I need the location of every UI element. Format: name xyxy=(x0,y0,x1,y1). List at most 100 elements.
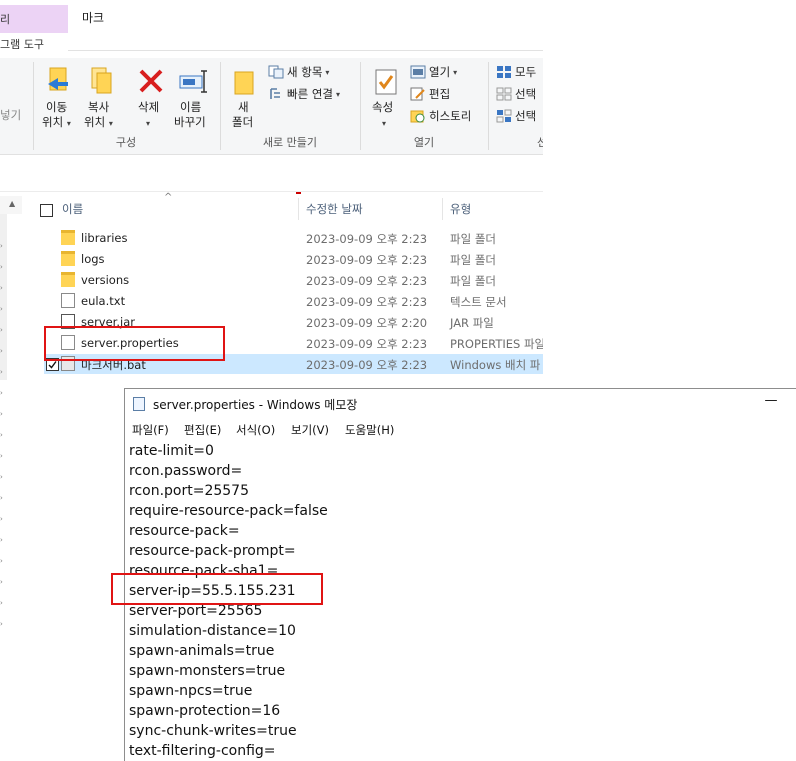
delete-button[interactable]: 삭제 ▾ xyxy=(134,58,168,130)
column-divider[interactable] xyxy=(442,198,443,220)
open-caret: ▾ xyxy=(453,67,458,77)
ribbon-separator xyxy=(33,62,34,150)
context-tab-header[interactable]: 리 xyxy=(0,5,68,33)
easy-access-caret: ▾ xyxy=(335,89,340,99)
select-none-label: 선택 xyxy=(515,87,537,101)
ribbon-separator xyxy=(488,62,489,150)
text-line: rate-limit=0 xyxy=(129,443,214,459)
open-group-label: 열기 xyxy=(413,136,435,149)
properties-icon xyxy=(375,69,397,95)
properties-button[interactable]: 속성 ▾ xyxy=(368,58,404,130)
file-name: versions xyxy=(81,273,130,287)
context-tab-header-text: 리 xyxy=(0,13,11,26)
select-all-checkbox[interactable] xyxy=(40,204,53,217)
select-all-label: 모두 xyxy=(515,65,537,79)
folder-icon xyxy=(61,251,75,266)
file-type: PROPERTIES 파일 xyxy=(450,337,543,351)
context-tab-label[interactable]: 그램 도구 xyxy=(0,36,44,52)
new-item-button[interactable]: 새 항목 ▾ xyxy=(268,64,329,80)
new-folder-button[interactable]: 새 폴더 xyxy=(228,58,260,130)
text-line: spawn-animals=true xyxy=(129,643,275,659)
rename-button[interactable]: 이름 바꾸기 xyxy=(172,58,212,130)
invert-selection-icon xyxy=(496,109,512,123)
open-label: 열기 xyxy=(429,65,451,79)
highlight-box-server-ip xyxy=(111,573,323,605)
menu-view[interactable]: 보기(V) xyxy=(291,422,329,438)
file-type: 파일 폴더 xyxy=(450,232,496,246)
highlight-box-server-properties xyxy=(44,326,225,361)
move-to-label-1: 이동 xyxy=(46,100,68,114)
notepad-title: server.properties - Windows 메모장 xyxy=(153,398,358,412)
easy-access-button[interactable]: 빠른 연결 ▾ xyxy=(268,86,340,102)
copy-to-label-2: 위치 ▾ xyxy=(84,115,113,129)
open-icon xyxy=(410,65,426,79)
file-row-libraries[interactable]: libraries 2023-09-09 오후 2:23 파일 폴더 xyxy=(44,228,543,248)
text-file-icon xyxy=(61,293,75,308)
file-row-versions[interactable]: versions 2023-09-09 오후 2:23 파일 폴더 xyxy=(44,270,543,290)
text-line: resource-pack= xyxy=(129,523,240,539)
invert-selection-button[interactable]: 선택 xyxy=(496,108,536,124)
select-none-button[interactable]: 선택 xyxy=(496,86,536,102)
text-line: require-resource-pack=false xyxy=(129,503,328,519)
new-item-icon xyxy=(268,65,284,79)
paste-partial-label[interactable]: 넣기 xyxy=(0,108,21,123)
rename-icon xyxy=(179,70,207,93)
select-all-icon xyxy=(497,66,511,78)
column-header-type[interactable]: 유형 xyxy=(450,196,471,222)
file-date: 2023-09-09 오후 2:23 xyxy=(306,358,428,372)
delete-label: 삭제 xyxy=(138,100,160,114)
address-bar-area xyxy=(0,155,543,192)
red-marker xyxy=(296,192,301,194)
text-line: spawn-npcs=true xyxy=(129,683,253,699)
text-line: text-filtering-config= xyxy=(129,743,276,759)
history-button[interactable]: 히스토리 xyxy=(410,108,471,124)
text-line: spawn-protection=16 xyxy=(129,703,281,719)
tab-divider xyxy=(68,50,543,51)
text-line: simulation-distance=10 xyxy=(129,623,296,639)
sort-ascending-icon: ^ xyxy=(164,192,173,203)
minimize-button[interactable]: — xyxy=(761,393,781,408)
window-title: 마크 xyxy=(82,11,105,25)
file-date: 2023-09-09 오후 2:23 xyxy=(306,295,428,309)
easy-access-icon xyxy=(270,88,280,99)
properties-caret[interactable]: ▾ xyxy=(382,115,386,131)
menu-file[interactable]: 파일(F) xyxy=(132,422,169,438)
file-row-eula[interactable]: eula.txt 2023-09-09 오후 2:23 텍스트 문서 xyxy=(44,291,543,311)
file-type: JAR 파일 xyxy=(450,316,494,330)
file-date: 2023-09-09 오후 2:23 xyxy=(306,337,428,351)
file-row-logs[interactable]: logs 2023-09-09 오후 2:23 파일 폴더 xyxy=(44,249,543,269)
edit-button[interactable]: 편집 xyxy=(410,86,450,102)
file-name: logs xyxy=(81,252,105,266)
file-type: 파일 폴더 xyxy=(450,274,496,288)
new-folder-label-2: 폴더 xyxy=(232,115,254,129)
file-type: 텍스트 문서 xyxy=(450,295,507,309)
nav-scroll-up-button[interactable]: ▲ xyxy=(0,196,22,214)
file-date: 2023-09-09 오후 2:23 xyxy=(306,274,428,288)
nav-expand-arrows: › › › › › › › › › › › › › › › › › › › xyxy=(0,242,3,628)
column-header-name[interactable]: 이름 xyxy=(62,196,83,222)
menu-help[interactable]: 도움말(H) xyxy=(345,422,394,438)
column-header-date[interactable]: 수정한 날짜 xyxy=(306,196,363,222)
ribbon-separator xyxy=(220,62,221,150)
edit-icon xyxy=(410,87,425,101)
menu-format[interactable]: 서식(O) xyxy=(236,422,275,438)
text-line: resource-pack-prompt= xyxy=(129,543,296,559)
invert-selection-label: 선택 xyxy=(515,109,537,123)
column-divider[interactable] xyxy=(298,198,299,220)
copy-to-button[interactable]: 복사 위치 ▾ xyxy=(82,58,120,130)
text-line: sync-chunk-writes=true xyxy=(129,723,297,739)
new-item-caret: ▾ xyxy=(325,67,330,77)
notepad-icon xyxy=(133,397,145,411)
ribbon: 넣기 이동 위치 ▾ 복사 위치 ▾ 삭제 ▾ 이름 바꾸기 구성 새 폴더 새… xyxy=(0,58,543,155)
organize-group-label: 구성 xyxy=(115,136,137,149)
select-all-button[interactable]: 모두 xyxy=(496,64,536,80)
delete-dropdown-caret[interactable]: ▾ xyxy=(146,115,150,131)
menu-edit[interactable]: 편집(E) xyxy=(184,422,221,438)
folder-icon xyxy=(61,230,75,245)
new-item-label: 새 항목 xyxy=(287,65,323,79)
file-date: 2023-09-09 오후 2:20 xyxy=(306,316,428,330)
copy-to-label-1: 복사 xyxy=(88,100,110,114)
new-folder-icon xyxy=(234,71,254,95)
open-button[interactable]: 열기 ▾ xyxy=(410,64,457,80)
move-to-button[interactable]: 이동 위치 ▾ xyxy=(40,58,78,130)
